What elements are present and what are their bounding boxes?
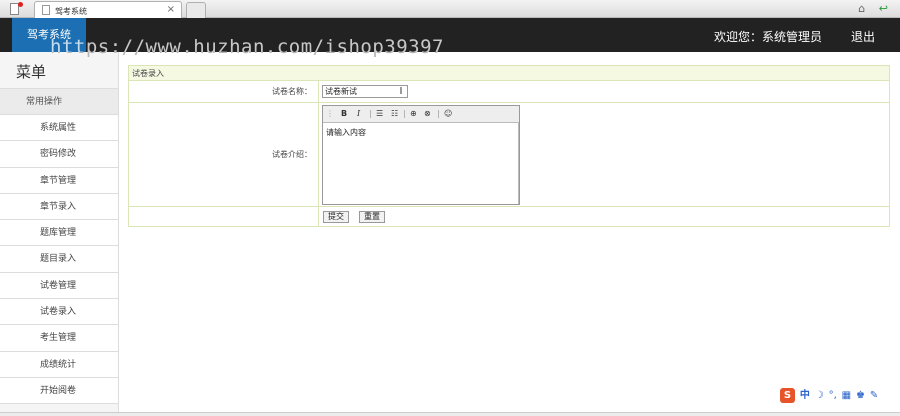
paper-name-value: 试卷新试 (325, 87, 357, 96)
new-tab-button[interactable] (186, 2, 206, 18)
unlink-icon[interactable]: ⊗ (424, 109, 431, 118)
app-icon[interactable] (4, 2, 26, 16)
sidebar-menu: 菜单 常用操作 系统属性 密码修改 章节管理 章节录入 题库管理 题目录入 试卷… (0, 52, 119, 416)
sidebar-item-password[interactable]: 密码修改 (0, 141, 118, 168)
paper-name-input[interactable]: 试卷新试 Ⅰ (322, 85, 408, 98)
sidebar-item-chapter-entry[interactable]: 章节录入 (0, 193, 118, 221)
sidebar-item-start-grading[interactable]: 开始阅卷 (0, 377, 118, 405)
editor-toolbar: ⋮ B I | ☰ ☷ | ⊕ ⊗ | ☺ (323, 105, 519, 123)
sidebar-item-question-bank[interactable]: 题库管理 (0, 220, 118, 247)
reset-button[interactable]: 重置 (359, 210, 385, 223)
link-icon[interactable]: ⊕ (410, 109, 417, 118)
page-icon (42, 5, 50, 15)
skin-icon[interactable]: ♚ (856, 390, 865, 401)
sidebar-item-paper-entry[interactable]: 试卷录入 (0, 299, 118, 326)
rich-text-editor[interactable]: ⋮ B I | ☰ ☷ | ⊕ ⊗ | ☺ 请输入内容 (322, 104, 520, 205)
ime-toolbar[interactable]: S 中 ☽ °, ▦ ♚ ✎ (780, 386, 880, 403)
site-logo[interactable]: 驾考系统 (12, 18, 86, 52)
sidebar-item-question-entry[interactable]: 题目录入 (0, 246, 118, 273)
ime-mode-icon[interactable]: 中 (800, 386, 810, 401)
main-content: 试卷录入 试卷名称： 试卷新试 Ⅰ 试卷介绍： ⋮ B I | ☰ ☷ | ⊕ … (128, 65, 890, 227)
bold-icon[interactable]: B (341, 109, 347, 118)
tab-title: 驾考系统 (55, 7, 87, 16)
welcome-text: 欢迎您：系统管理员 (713, 30, 822, 44)
form-caption: 试卷录入 (128, 65, 890, 81)
settings-icon[interactable]: ✎ (870, 390, 878, 401)
browser-tab-strip: 驾考系统 × ⌂ ↩ (0, 0, 900, 18)
back-icon[interactable]: ↩ (879, 2, 888, 15)
menu-group-common[interactable]: 常用操作 (0, 88, 118, 115)
moon-icon[interactable]: ☽ (815, 390, 824, 401)
text-cursor-icon: Ⅰ (399, 86, 403, 97)
sidebar-item-chapter-manage[interactable]: 章节管理 (0, 167, 118, 194)
emoticon-icon[interactable]: ☺ (444, 109, 452, 118)
sidebar-item-score-stats[interactable]: 成绩统计 (0, 351, 118, 378)
menu-title: 菜单 (16, 63, 47, 81)
browser-tab[interactable]: 驾考系统 × (34, 1, 182, 18)
unordered-list-icon[interactable]: ☷ (391, 109, 398, 118)
paper-desc-label: 试卷介绍： (128, 102, 319, 207)
sidebar-item-system-props[interactable]: 系统属性 (0, 115, 118, 142)
submit-button[interactable]: 提交 (323, 210, 349, 223)
editor-body[interactable]: 请输入内容 (323, 122, 519, 204)
sogou-logo-icon[interactable]: S (780, 388, 795, 403)
home-icon[interactable]: ⌂ (858, 2, 865, 15)
tab-close-icon[interactable]: × (167, 4, 175, 15)
buttons-spacer (128, 206, 319, 227)
sidebar-item-paper-manage[interactable]: 试卷管理 (0, 272, 118, 300)
paper-entry-form: 试卷录入 试卷名称： 试卷新试 Ⅰ 试卷介绍： ⋮ B I | ☰ ☷ | ⊕ … (128, 65, 890, 227)
sidebar-item-examinee-manage[interactable]: 考生管理 (0, 325, 118, 352)
logout-link[interactable]: 退出 (851, 28, 875, 45)
keyboard-icon[interactable]: ▦ (842, 390, 851, 401)
paper-name-label: 试卷名称： (128, 80, 319, 103)
ordered-list-icon[interactable]: ☰ (376, 109, 383, 118)
italic-icon[interactable]: I (357, 109, 360, 118)
status-bar (0, 412, 900, 416)
punctuation-icon[interactable]: °, (829, 390, 837, 401)
